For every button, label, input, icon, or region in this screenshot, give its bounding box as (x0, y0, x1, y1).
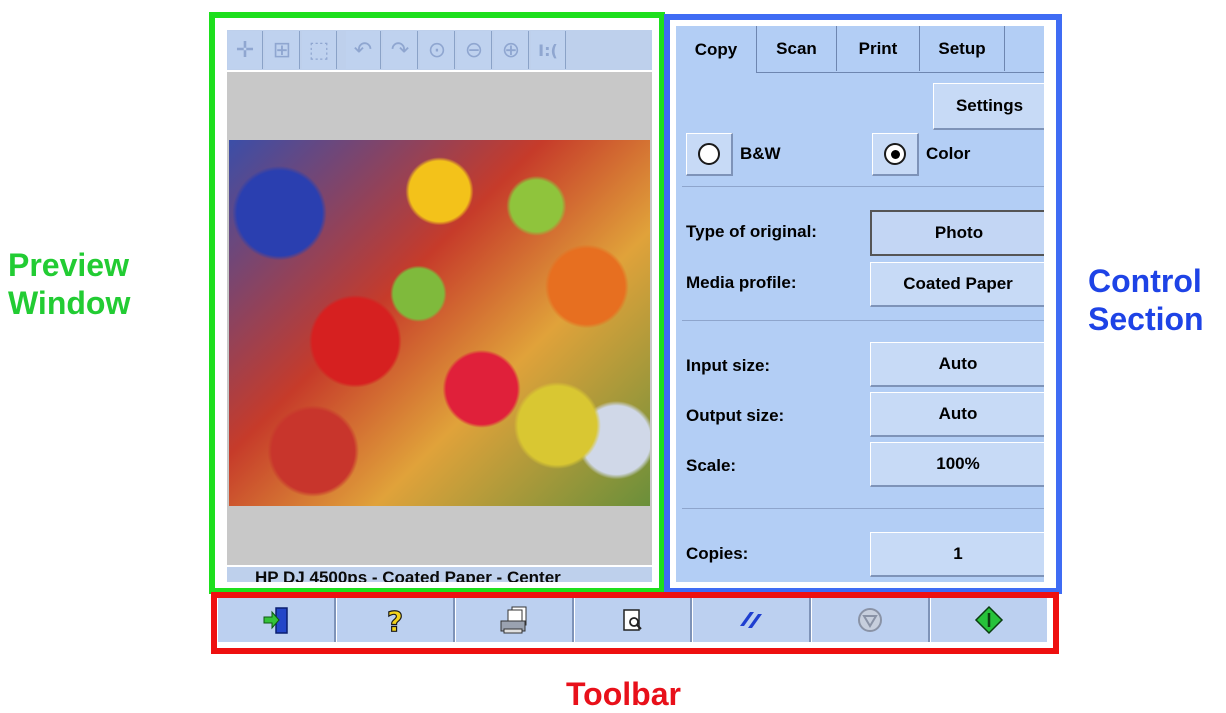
annotation-line: Control (1088, 263, 1202, 299)
control-section-frame (664, 14, 1062, 594)
preview-window-annotation: Preview Window (8, 246, 130, 322)
preview-window-frame (209, 12, 665, 594)
control-section-annotation: Control Section (1088, 262, 1204, 338)
toolbar-annotation: Toolbar (566, 676, 681, 712)
annotation-line: Section (1088, 301, 1204, 337)
toolbar-frame (211, 592, 1059, 654)
annotation-line: Preview (8, 247, 129, 283)
annotation-line: Window (8, 285, 131, 321)
